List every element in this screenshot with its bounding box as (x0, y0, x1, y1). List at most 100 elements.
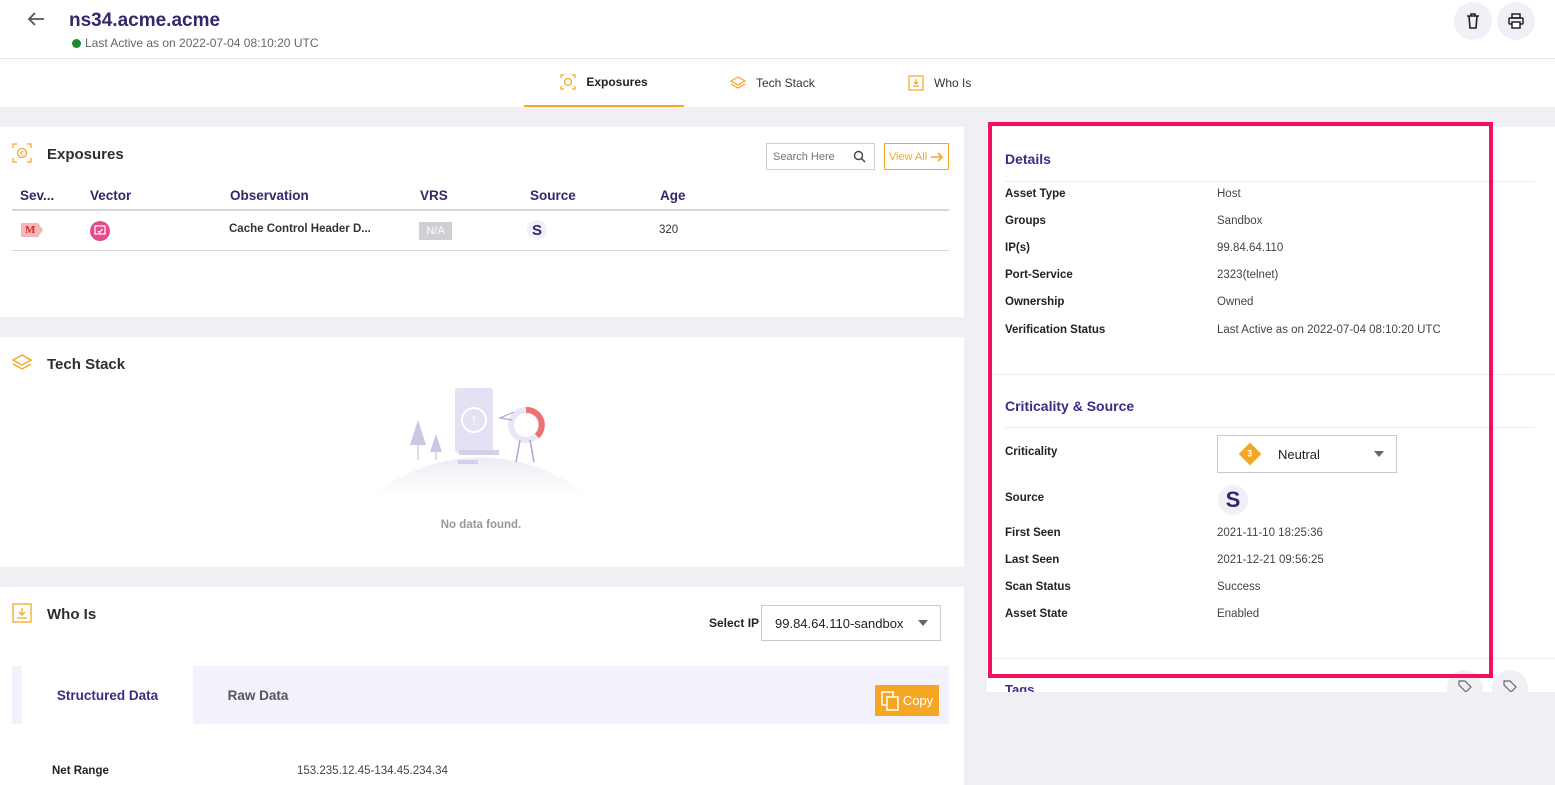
svg-text:€: € (20, 151, 24, 158)
exposure-icon (560, 74, 576, 90)
detail-label: IP(s) (1005, 242, 1030, 254)
detail-label: Asset State (1005, 608, 1068, 620)
detail-value: 2323(telnet) (1217, 269, 1279, 281)
select-ip-label: Select IP (709, 616, 760, 630)
severity-badge: M (21, 223, 43, 237)
detail-label: Port-Service (1005, 269, 1073, 281)
view-all-button[interactable]: View All (884, 143, 949, 170)
detail-value: Host (1217, 188, 1241, 200)
whois-title: Who Is (47, 606, 97, 623)
layers-icon (730, 75, 746, 91)
tab-raw-data[interactable]: Raw Data (202, 666, 314, 724)
net-range-value: 153.235.12.45-134.45.234.34 (297, 765, 448, 777)
source-label: Source (1005, 492, 1044, 504)
tab-who-is-label: Who Is (934, 76, 972, 90)
detail-label: Verification Status (1005, 324, 1106, 336)
tab-exposures[interactable]: Exposures (524, 59, 684, 107)
detail-value: Sandbox (1217, 215, 1263, 227)
exposures-table-header: Sev... Vector Observation VRS Source Age (12, 181, 949, 211)
main-tabs: Exposures Tech Stack Who Is (0, 59, 1555, 107)
age-value: 320 (659, 224, 679, 236)
source-icon: S (1218, 485, 1248, 515)
detail-label: First Seen (1005, 527, 1061, 539)
empty-state-text: No data found. (440, 519, 522, 531)
whois-icon (12, 603, 32, 623)
layers-icon (11, 353, 33, 373)
page-title: ns34.acme.acme (69, 10, 221, 31)
vrs-badge: N/A (419, 222, 452, 240)
page-header: ns34.acme.acme Last Active as on 2022-07… (0, 0, 1555, 59)
whois-subtabs: Structured Data Raw Data (12, 666, 949, 724)
detail-value: 2021-11-10 18:25:36 (1217, 527, 1323, 539)
exposures-title: Exposures (47, 146, 124, 163)
column-header[interactable]: Source (530, 188, 576, 203)
exposures-search[interactable] (766, 143, 875, 170)
back-arrow-icon[interactable] (22, 8, 50, 36)
vector-icon (90, 221, 110, 241)
select-ip-dropdown[interactable]: 99.84.64.110-sandbox (761, 605, 941, 641)
last-active-text: Last Active as on 2022-07-04 08:10:20 UT… (85, 36, 319, 50)
criticality-value: Neutral (1278, 446, 1320, 462)
detail-label: Last Seen (1005, 554, 1060, 566)
copy-label: Copy (902, 693, 934, 708)
tab-structured-data[interactable]: Structured Data (22, 666, 193, 724)
column-header[interactable]: Age (660, 188, 686, 203)
column-header[interactable]: Sev... (20, 188, 54, 203)
exposure-icon: € (12, 143, 32, 163)
detail-value: Enabled (1217, 608, 1260, 620)
empty-state-illustration-icon: ! (370, 388, 590, 495)
tab-raw-data-label: Raw Data (227, 687, 289, 703)
detail-value: 2021-12-21 09:56:25 (1217, 554, 1324, 566)
detail-value: Last Active as on 2022-07-04 08:10:20 UT… (1217, 324, 1441, 336)
detail-value: Success (1217, 581, 1261, 593)
tag-add-icon (1458, 680, 1472, 692)
divider (987, 374, 1555, 375)
select-ip-value: 99.84.64.110-sandbox (775, 615, 904, 631)
detail-label: Asset Type (1005, 188, 1066, 200)
search-icon (853, 150, 866, 163)
last-active-status: Last Active as on 2022-07-04 08:10:20 UT… (72, 36, 318, 50)
tags-title: Tags (1005, 682, 1035, 692)
copy-icon (881, 690, 899, 711)
tab-tech-stack-label: Tech Stack (756, 76, 815, 90)
table-row[interactable]: M Cache Control Header D... N/A S 320 (12, 211, 949, 251)
whois-icon (908, 75, 924, 91)
search-input[interactable] (773, 150, 849, 163)
detail-label: Scan Status (1005, 581, 1071, 593)
observation-link[interactable]: Cache Control Header D... (229, 223, 371, 235)
tab-exposures-label: Exposures (586, 75, 648, 89)
detail-label: Ownership (1005, 296, 1065, 308)
tech-stack-title: Tech Stack (47, 356, 126, 373)
copy-button[interactable]: Copy (875, 685, 939, 716)
print-button[interactable] (1497, 2, 1535, 40)
detail-value: Owned (1217, 296, 1254, 308)
trash-icon (1467, 13, 1479, 29)
column-header[interactable]: Vector (90, 188, 131, 203)
criticality-diamond-icon: 3 (1238, 442, 1262, 466)
column-header[interactable]: Observation (230, 188, 309, 203)
tab-who-is[interactable]: Who Is (908, 59, 971, 107)
svg-text:!: ! (472, 412, 476, 428)
severity-text: M (25, 224, 36, 236)
tab-structured-data-label: Structured Data (56, 687, 159, 703)
details-title: Details (1005, 151, 1051, 167)
tab-tech-stack[interactable]: Tech Stack (730, 59, 815, 107)
divider (987, 658, 1555, 659)
criticality-level: 3 (1247, 448, 1253, 459)
printer-icon (1508, 13, 1524, 29)
source-icon: S (527, 220, 547, 240)
column-header[interactable]: VRS (420, 188, 448, 203)
criticality-source-title: Criticality & Source (1005, 398, 1135, 414)
delete-button[interactable] (1454, 2, 1492, 40)
criticality-dropdown[interactable]: 3 Neutral (1217, 435, 1397, 473)
chevron-down-icon (918, 620, 928, 626)
view-all-label: View All (888, 150, 928, 163)
net-range-label: Net Range (52, 765, 109, 777)
criticality-label: Criticality (1005, 446, 1058, 458)
detail-value: 99.84.64.110 (1217, 242, 1284, 254)
detail-label: Groups (1005, 215, 1046, 227)
arrow-right-icon (931, 151, 944, 162)
divider (1005, 181, 1535, 182)
tag-remove-icon (1503, 680, 1517, 692)
chevron-down-icon (1374, 451, 1384, 457)
